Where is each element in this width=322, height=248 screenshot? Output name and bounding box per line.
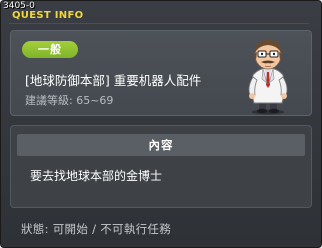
quest-status: 狀態: 可開始 / 不可執行任務 — [21, 222, 172, 236]
content-text: 要去找地球本部的金博士 — [30, 169, 163, 183]
recommended-level: 建議等級: 65~69 — [25, 94, 114, 107]
quest-name: [地球防御本部] 重要机器人配件 — [25, 73, 202, 88]
quest-category-badge: 一般 — [22, 41, 78, 58]
quest-info-window: 3405-0 QUEST INFO 一般 [地球防御本部] 重要机器人配件 建議… — [0, 0, 322, 248]
content-header: 內容 — [17, 134, 305, 156]
doctor-npc-icon — [248, 40, 288, 115]
quest-summary-panel: 一般 [地球防御本部] 重要机器人配件 建議等級: 65~69 — [10, 30, 312, 116]
title-divider — [9, 23, 309, 24]
window-title: QUEST INFO — [12, 10, 84, 21]
quest-content-panel: 內容 要去找地球本部的金博士 — [10, 125, 312, 208]
